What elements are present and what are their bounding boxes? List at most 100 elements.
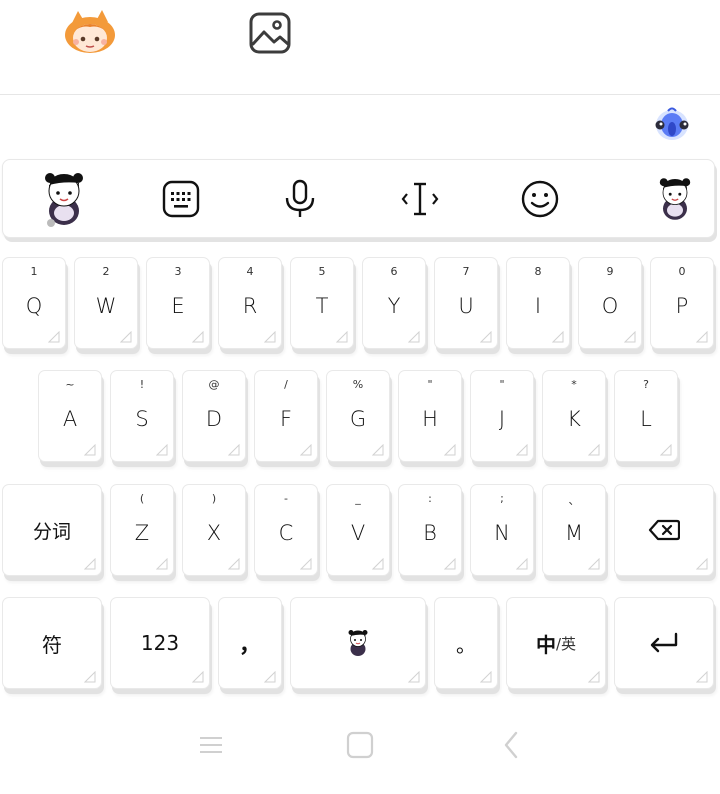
key-f[interactable]: / F	[254, 370, 318, 462]
key-y[interactable]: 6 Y	[362, 257, 426, 349]
key-corner-icon	[480, 331, 492, 343]
key-hint: -	[284, 492, 288, 505]
key-corner-icon	[444, 444, 456, 456]
key-label: W	[95, 294, 117, 318]
key-corner-icon	[84, 671, 96, 683]
key-q[interactable]: 1 Q	[2, 257, 66, 349]
sticker-avatar-button[interactable]	[29, 160, 99, 237]
key-hint: ?	[643, 378, 649, 391]
keyboard-switch-button[interactable]	[153, 160, 209, 237]
key-label: H	[422, 407, 438, 431]
key-corner-icon	[156, 558, 168, 570]
key-label: V	[350, 521, 366, 545]
key-a[interactable]: ~ A	[38, 370, 102, 462]
key-corner-icon	[228, 444, 240, 456]
key-hint: _	[355, 492, 361, 505]
key-h[interactable]: " H	[398, 370, 462, 462]
key-w[interactable]: 2 W	[74, 257, 138, 349]
key-label: U	[458, 294, 474, 318]
key-corner-icon	[84, 444, 96, 456]
key-corner-icon	[264, 671, 276, 683]
key-k[interactable]: * K	[542, 370, 606, 462]
key-corner-icon	[624, 331, 636, 343]
nav-menu-button[interactable]	[195, 725, 227, 765]
cursor-move-icon	[401, 182, 439, 215]
period-key[interactable]: 。	[434, 597, 498, 689]
symbols-key[interactable]: 符	[2, 597, 102, 689]
key-m[interactable]: 、 M	[542, 484, 606, 576]
key-hint: (	[139, 492, 145, 505]
space-key[interactable]	[290, 597, 426, 689]
key-t[interactable]: 5 T	[290, 257, 354, 349]
key-u[interactable]: 7 U	[434, 257, 498, 349]
key-label: Z	[134, 521, 150, 545]
enter-icon	[650, 632, 678, 653]
key-hint: 2	[102, 265, 110, 278]
key-label: O	[601, 294, 619, 318]
key-corner-icon	[408, 671, 420, 683]
key-e[interactable]: 3 E	[146, 257, 210, 349]
key-d[interactable]: @ D	[182, 370, 246, 462]
key-i[interactable]: 8 I	[506, 257, 570, 349]
key-hint: "	[427, 378, 433, 391]
nav-home-button[interactable]	[343, 725, 377, 765]
key-z[interactable]: ( Z	[110, 484, 174, 576]
key-label: R	[242, 294, 258, 318]
key-g[interactable]: % G	[326, 370, 390, 462]
key-n[interactable]: ; N	[470, 484, 534, 576]
image-icon[interactable]	[248, 11, 292, 55]
key-corner-icon	[84, 558, 96, 570]
enter-key[interactable]	[614, 597, 714, 689]
key-o[interactable]: 9 O	[578, 257, 642, 349]
key-corner-icon	[588, 671, 600, 683]
key-corner-icon	[48, 331, 60, 343]
skin-avatar-button[interactable]	[647, 160, 703, 237]
key-label: F	[279, 407, 293, 431]
key-label: K	[567, 407, 581, 431]
key-hint: "	[499, 378, 505, 391]
key-corner-icon	[372, 558, 384, 570]
chibi-avatar-icon[interactable]	[62, 9, 118, 55]
key-label: T	[315, 294, 329, 318]
key-label: X	[206, 521, 222, 545]
key-x[interactable]: ) X	[182, 484, 246, 576]
cursor-move-button[interactable]	[391, 160, 449, 237]
key-hint: 5	[318, 265, 326, 278]
key-v[interactable]: _ V	[326, 484, 390, 576]
key-label: J	[498, 407, 506, 431]
key-p[interactable]: 0 P	[650, 257, 714, 349]
key-hint: *	[571, 378, 577, 391]
menu-icon	[200, 737, 222, 753]
key-r[interactable]: 4 R	[218, 257, 282, 349]
key-hint: ;	[500, 492, 504, 505]
key-hint: 、	[568, 494, 580, 507]
key-hint: 0	[678, 265, 686, 278]
key-corner-icon	[300, 444, 312, 456]
key-l[interactable]: ? L	[614, 370, 678, 462]
key-hint: /	[284, 378, 288, 391]
key-s[interactable]: ! S	[110, 370, 174, 462]
assistant-mascot-icon[interactable]	[652, 104, 692, 144]
key-j[interactable]: " J	[470, 370, 534, 462]
app-top-bar	[0, 0, 720, 94]
comma-key[interactable]: ，	[218, 597, 282, 689]
language-switch-key[interactable]: 中/英	[506, 597, 606, 689]
key-label: L	[640, 407, 652, 431]
key-hint: 6	[390, 265, 398, 278]
backspace-key[interactable]	[614, 484, 714, 576]
voice-input-button[interactable]	[271, 160, 329, 237]
key-corner-icon	[696, 558, 708, 570]
key-hint: 8	[534, 265, 542, 278]
key-corner-icon	[372, 444, 384, 456]
key-b[interactable]: : B	[398, 484, 462, 576]
keyboard-icon	[162, 180, 200, 217]
key-c[interactable]: - C	[254, 484, 318, 576]
cartoon-girl-icon	[348, 630, 368, 656]
nav-back-button[interactable]	[496, 725, 526, 765]
numbers-key[interactable]: 123	[110, 597, 210, 689]
key-corner-icon	[192, 671, 204, 683]
segment-key[interactable]: 分词	[2, 484, 102, 576]
home-square-icon	[346, 731, 374, 759]
key-corner-icon	[516, 558, 528, 570]
emoji-button[interactable]	[511, 160, 569, 237]
